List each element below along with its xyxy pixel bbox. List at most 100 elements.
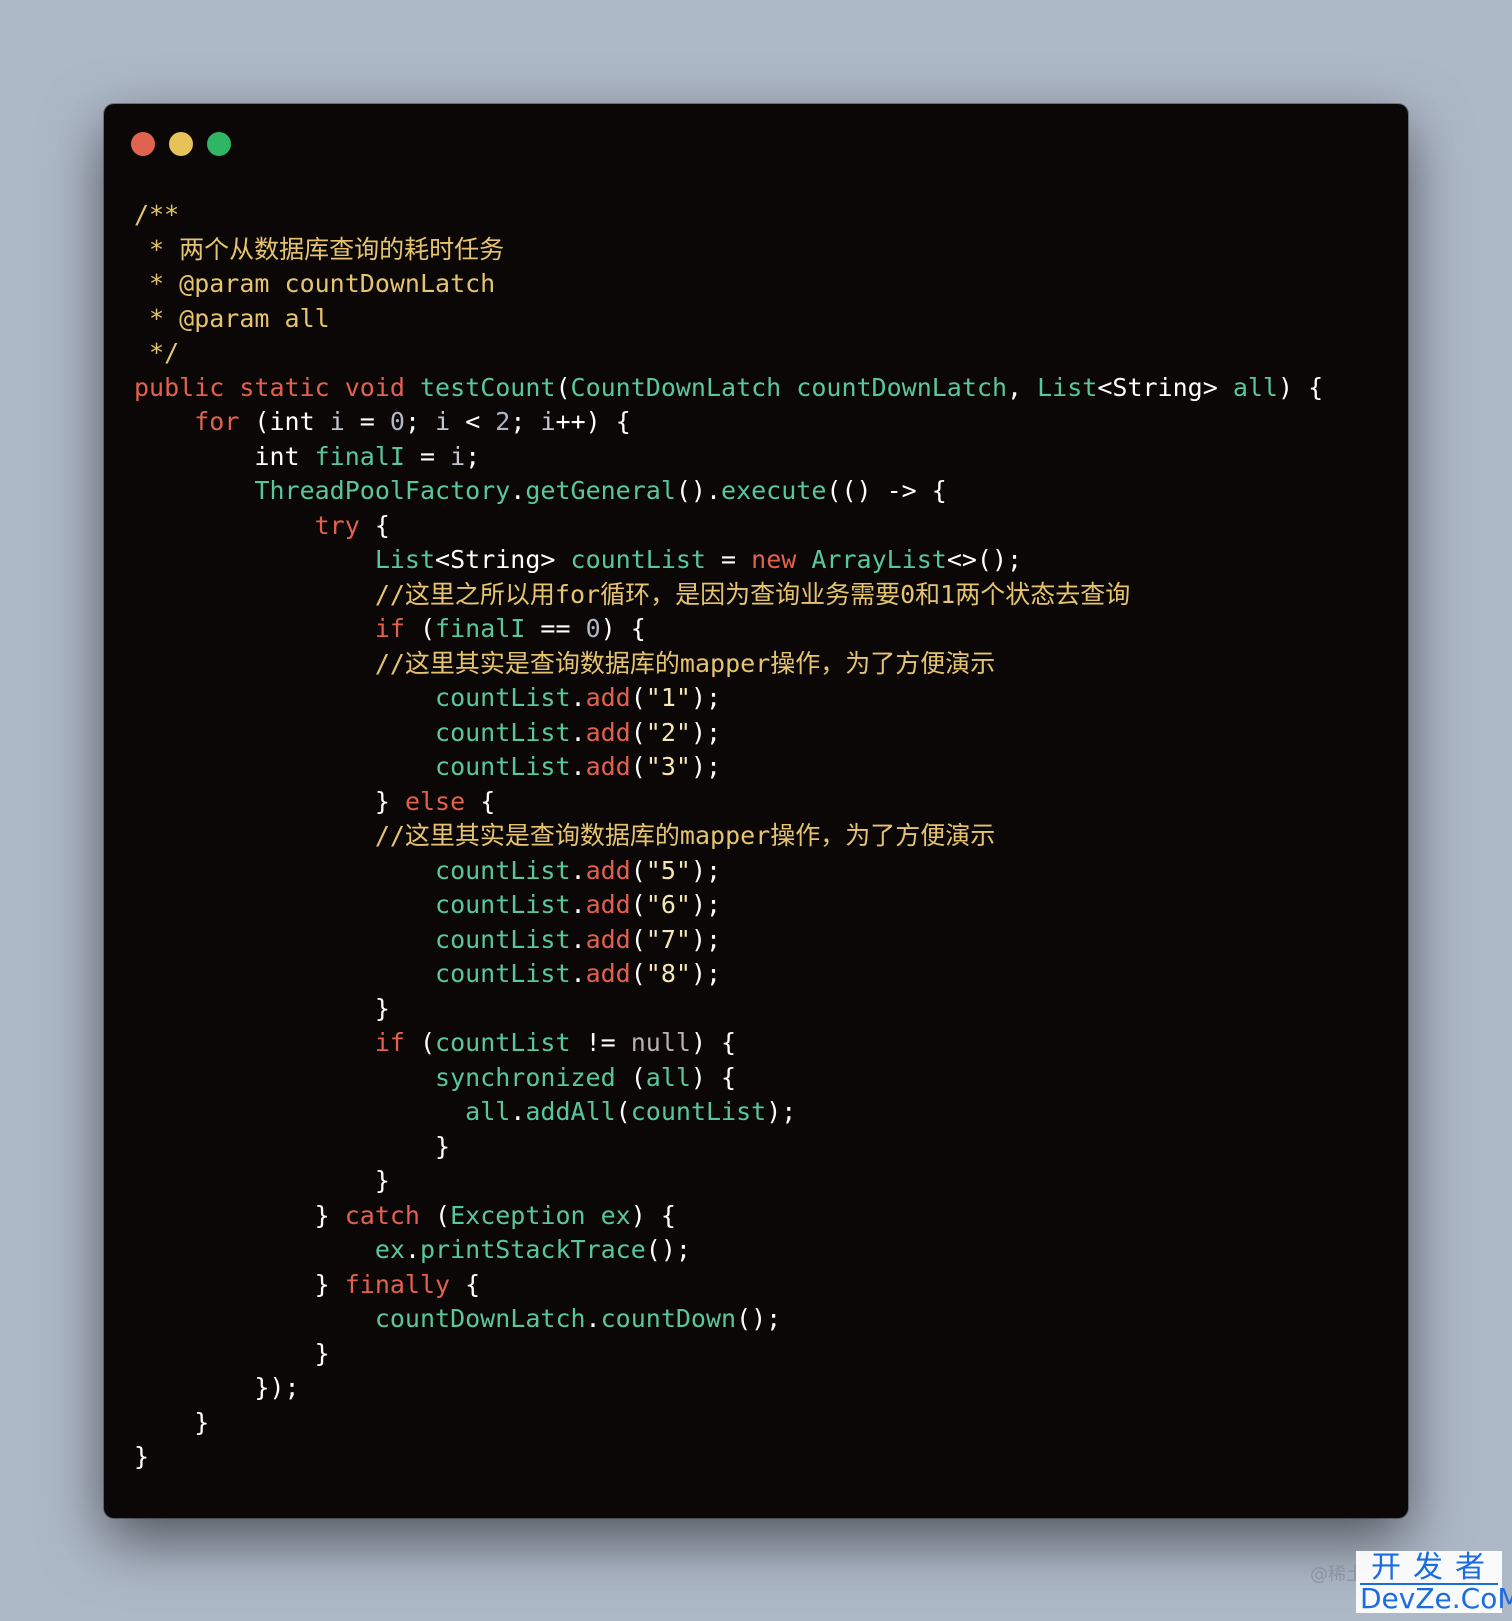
code-line: countList.add("6"); [134,888,1323,923]
code-token: finalI [314,441,405,471]
code-line: countList.add("7"); [134,923,1323,958]
code-token: ( [630,890,646,919]
code-token: null [630,1028,691,1057]
code-token: Exception ex [450,1200,631,1230]
code-token: ( [615,1097,631,1126]
code-token: all [465,1097,511,1126]
code-token: . [570,717,586,747]
code-token: "5" [645,855,691,885]
code-token: all [645,1062,691,1092]
code-token: ); [690,683,722,712]
code-block: /** * 两个从数据库查询的耗时任务 * @param countDownLa… [134,198,1323,1475]
code-token: ) { [1277,372,1324,402]
code-line: all.addAll(countList); [134,1095,1323,1130]
close-button[interactable] [131,132,155,156]
code-token: new [751,545,812,574]
code-token: ( [419,1200,451,1230]
code-token: { [465,786,496,816]
code-line: int finalI = i; [134,440,1323,475]
code-token: 0 [585,614,601,643]
code-token: = [705,545,752,574]
code-token: countDownLatch [374,1304,586,1333]
code-token: add [585,752,631,781]
code-token: <String> [435,545,571,574]
code-line: } else { [134,785,1323,820]
code-token: if [374,1028,405,1057]
code-token: "6" [645,890,691,919]
code-token: //这里其实是查询数据库的mapper操作，为了方便演示 [374,648,996,678]
code-token: <String> [1097,372,1233,402]
code-token: ); [766,1097,797,1126]
code-token: ( [630,924,646,954]
code-token: i [540,407,556,436]
code-line: try { [134,509,1323,544]
code-token: */ [134,338,180,367]
minimize-button[interactable] [169,132,193,156]
code-window: /** * 两个从数据库查询的耗时任务 * @param countDownLa… [104,104,1408,1518]
code-token: * 两个从数据库查询的耗时任务 [134,234,505,264]
code-token: } [134,786,405,816]
code-token: //这里之所以用for循环，是因为查询业务需要0和1两个状态去查询 [374,579,1131,609]
code-token: i [435,407,451,436]
code-line: public static void testCount(CountDownLa… [134,371,1323,406]
code-line: * @param all [134,302,1323,337]
code-token: try [314,510,360,540]
code-line: countList.add("1"); [134,681,1323,716]
code-token: CountDownLatch countDownLatch [570,372,1008,402]
code-token: catch [344,1200,420,1230]
code-token: ; [404,407,436,436]
code-token: countList [435,890,571,919]
code-line: } [134,1164,1323,1199]
code-token: for [194,407,240,436]
code-token: . [510,1097,526,1126]
code-token: . [570,924,586,954]
code-token: add [585,924,631,954]
code-token: ); [690,959,722,988]
code-token: ( [630,683,646,712]
window-controls [131,132,231,156]
code-line: countList.add("5"); [134,854,1323,889]
code-line: * 两个从数据库查询的耗时任务 [134,233,1323,268]
code-token: i [450,441,466,471]
code-token: countList [435,717,571,747]
code-line: if (countList != null) { [134,1026,1323,1061]
code-token: add [585,717,631,747]
code-token: . [510,476,526,505]
code-token: != [570,1028,631,1057]
code-token: < [450,407,496,436]
code-token: countList [435,752,571,781]
code-line: //这里之所以用for循环，是因为查询业务需要0和1两个状态去查询 [134,578,1323,613]
code-token: countList [435,924,571,954]
code-token: add [585,959,631,988]
code-token: ArrayList [811,545,947,574]
code-token: } [134,1269,345,1299]
zoom-button[interactable] [207,132,231,156]
code-token: else [404,786,466,816]
code-token: countList [630,1097,767,1126]
code-token: ( [630,855,646,885]
code-line: countList.add("8"); [134,957,1323,992]
code-token: ) { [600,614,646,643]
code-token: (() -> { [826,476,947,505]
code-token: ex [374,1235,405,1264]
code-token: } [134,1407,210,1437]
code-token: ); [690,752,722,781]
code-line: } finally { [134,1268,1323,1303]
code-token: (); [645,1235,691,1264]
code-token: ) { [690,1028,737,1057]
code-line: ThreadPoolFactory.getGeneral().execute((… [134,474,1323,509]
code-line: if (finalI == 0) { [134,612,1323,647]
code-token: * @param all [134,303,330,333]
code-line: countList.add("2"); [134,716,1323,751]
code-line: //这里其实是查询数据库的mapper操作，为了方便演示 [134,819,1323,854]
code-token: i [329,407,345,436]
code-line: } [134,1337,1323,1372]
code-token: } [134,1166,390,1195]
